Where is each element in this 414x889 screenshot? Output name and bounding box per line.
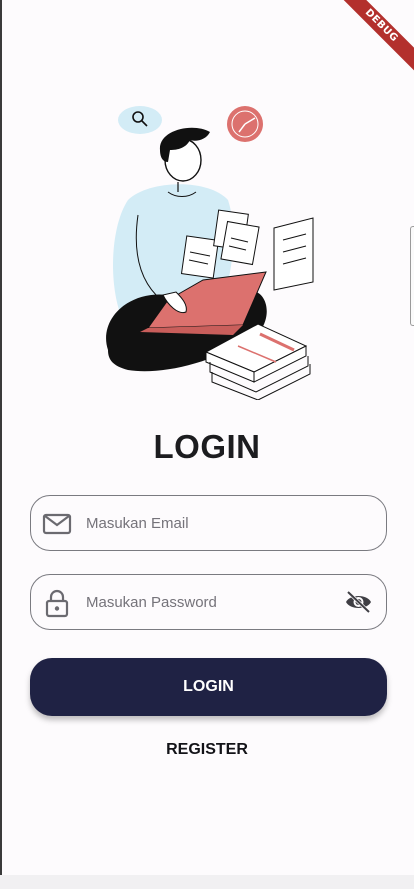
email-placeholder: Masukan Email xyxy=(86,515,189,532)
login-button[interactable]: LOGIN xyxy=(30,658,387,716)
page-title: LOGIN xyxy=(153,428,261,465)
side-handle xyxy=(410,226,414,326)
register-link[interactable]: REGISTER xyxy=(0,741,414,759)
lock-icon xyxy=(45,589,69,618)
debug-banner-label: DEBUG xyxy=(329,0,414,78)
login-illustration xyxy=(106,106,314,400)
password-field[interactable]: Masukan Password xyxy=(30,574,387,630)
mail-icon xyxy=(42,513,72,535)
password-placeholder: Masukan Password xyxy=(86,594,217,611)
bottom-system-bar xyxy=(0,875,414,889)
email-field[interactable]: Masukan Email xyxy=(30,495,387,551)
eye-off-icon[interactable] xyxy=(345,590,372,614)
debug-banner: DEBUG xyxy=(304,0,414,110)
